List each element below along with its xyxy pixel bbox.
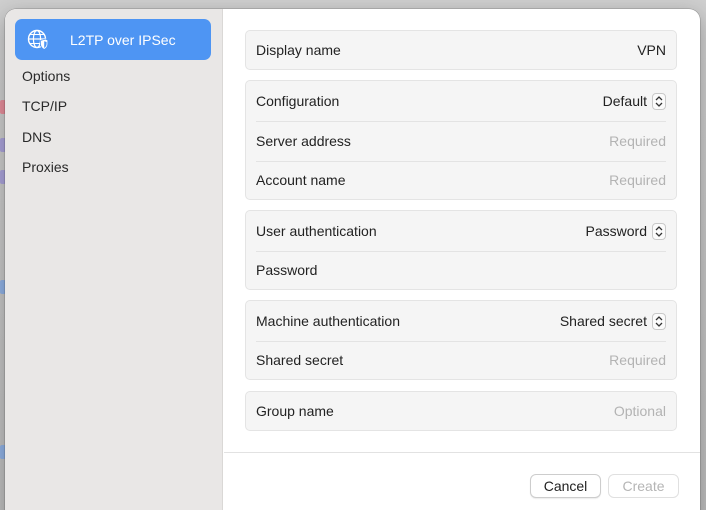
user-authentication-popup[interactable]: Password [585, 222, 666, 240]
server-address-row: Server address Required [246, 121, 676, 161]
sidebar-item-label: Options [22, 68, 71, 84]
sidebar-item-label: L2TP over IPSec [70, 31, 176, 48]
cancel-button[interactable]: Cancel [530, 474, 601, 498]
sidebar: L2TP over IPSec Options TCP/IP DNS Proxi… [5, 9, 223, 510]
group-name-group: Group name Optional [245, 391, 677, 431]
machine-authentication-value: Shared secret [559, 313, 647, 329]
configuration-label: Configuration [256, 93, 340, 109]
settings-content: Display name VPN Configuration Default S… [224, 9, 700, 510]
account-name-label: Account name [256, 172, 346, 188]
user-auth-group: User authentication Password Password [245, 210, 677, 290]
configuration-row: Configuration Default [246, 81, 676, 121]
footer-divider [224, 452, 700, 453]
machine-authentication-label: Machine authentication [256, 313, 400, 329]
display-name-group: Display name VPN [245, 30, 677, 70]
sidebar-item-options[interactable]: Options [22, 68, 70, 84]
chevron-up-down-icon [652, 312, 666, 330]
group-name-field[interactable]: Optional [614, 403, 666, 419]
account-name-row: Account name Required [246, 161, 676, 199]
chevron-up-down-icon [652, 222, 666, 240]
shared-secret-field[interactable]: Required [609, 352, 666, 368]
user-authentication-value: Password [585, 223, 647, 239]
display-name-field[interactable]: VPN [637, 42, 666, 58]
connection-group: Configuration Default Server address Req… [245, 80, 677, 200]
sidebar-item-proxies[interactable]: Proxies [22, 159, 69, 175]
shared-secret-row: Shared secret Required [246, 341, 676, 379]
configuration-value: Default [602, 93, 647, 109]
machine-authentication-row: Machine authentication Shared secret [246, 301, 676, 341]
group-name-row: Group name Optional [246, 392, 676, 430]
user-authentication-label: User authentication [256, 223, 377, 239]
sidebar-item-l2tp-over-ipsec[interactable]: L2TP over IPSec [15, 19, 211, 60]
sidebar-item-dns[interactable]: DNS [22, 129, 52, 145]
machine-auth-group: Machine authentication Shared secret Sha… [245, 300, 677, 380]
display-name-label: Display name [256, 42, 341, 58]
sidebar-item-tcpip[interactable]: TCP/IP [22, 98, 67, 114]
group-name-label: Group name [256, 403, 334, 419]
machine-authentication-popup[interactable]: Shared secret [559, 312, 666, 330]
sidebar-item-label: DNS [22, 129, 52, 145]
display-name-row: Display name VPN [246, 31, 676, 69]
server-address-label: Server address [256, 133, 351, 149]
password-row: Password [246, 251, 676, 289]
user-authentication-row: User authentication Password [246, 211, 676, 251]
vpn-configuration-sheet: L2TP over IPSec Options TCP/IP DNS Proxi… [5, 9, 700, 510]
password-label: Password [256, 262, 318, 278]
sidebar-item-label: Proxies [22, 159, 69, 175]
account-name-field[interactable]: Required [609, 172, 666, 188]
sidebar-item-label: TCP/IP [22, 98, 68, 114]
chevron-up-down-icon [652, 92, 666, 110]
create-button[interactable]: Create [608, 474, 679, 498]
shared-secret-label: Shared secret [256, 352, 344, 368]
globe-shield-icon [25, 27, 50, 52]
configuration-popup[interactable]: Default [602, 92, 666, 110]
server-address-field[interactable]: Required [609, 133, 666, 149]
